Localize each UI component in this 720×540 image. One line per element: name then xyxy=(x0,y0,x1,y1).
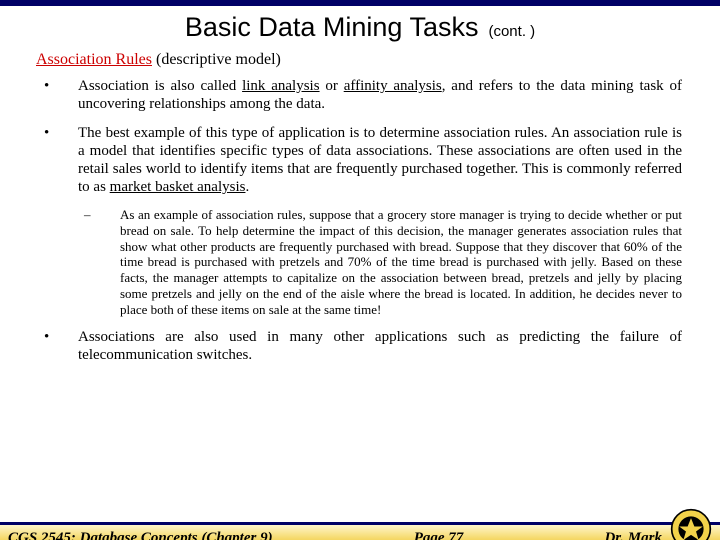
text-fragment: or xyxy=(320,78,344,94)
list-item: – As an example of association rules, su… xyxy=(84,207,682,318)
bullet-text: The best example of this type of applica… xyxy=(78,124,682,197)
bullet-icon: • xyxy=(44,77,78,114)
bullet-list: • Associations are also used in many oth… xyxy=(44,328,682,365)
list-item: • Association is also called link analys… xyxy=(44,77,682,114)
footer-page: Page 77 xyxy=(273,530,605,540)
list-item: • The best example of this type of appli… xyxy=(44,124,682,197)
bullet-text: Association is also called link analysis… xyxy=(78,77,682,114)
text-fragment: . xyxy=(245,179,249,195)
dash-icon: – xyxy=(84,207,120,318)
sub-bullet-list: – As an example of association rules, su… xyxy=(44,207,682,318)
text-underline: affinity analysis xyxy=(344,78,442,94)
footer-left: CGS 2545: Database Concepts (Chapter 9) xyxy=(8,530,273,540)
list-item: • Associations are also used in many oth… xyxy=(44,328,682,365)
section-heading: Association Rules (descriptive model) xyxy=(36,51,720,69)
slide-title: Basic Data Mining Tasks xyxy=(185,12,479,42)
bullet-icon: • xyxy=(44,328,78,365)
bullet-icon: • xyxy=(44,124,78,197)
footer-author: Dr. Mark xyxy=(604,530,662,540)
text-underline: link analysis xyxy=(242,78,319,94)
slide: Basic Data Mining Tasks (cont. ) Associa… xyxy=(0,12,720,540)
section-heading-text: Association Rules xyxy=(36,51,152,68)
content-area: • Association is also called link analys… xyxy=(44,77,682,364)
ucf-logo-icon xyxy=(670,508,712,540)
section-heading-paren: (descriptive model) xyxy=(156,51,281,68)
slide-title-cont: (cont. ) xyxy=(488,23,535,40)
bullet-list: • Association is also called link analys… xyxy=(44,77,682,197)
text-fragment: Association is also called xyxy=(78,78,242,94)
footer-bar: CGS 2545: Database Concepts (Chapter 9) … xyxy=(0,522,720,540)
title-row: Basic Data Mining Tasks (cont. ) xyxy=(0,12,720,43)
bullet-text: Associations are also used in many other… xyxy=(78,328,682,365)
sub-bullet-text: As an example of association rules, supp… xyxy=(120,207,682,318)
text-underline: market basket analysis xyxy=(110,179,246,195)
